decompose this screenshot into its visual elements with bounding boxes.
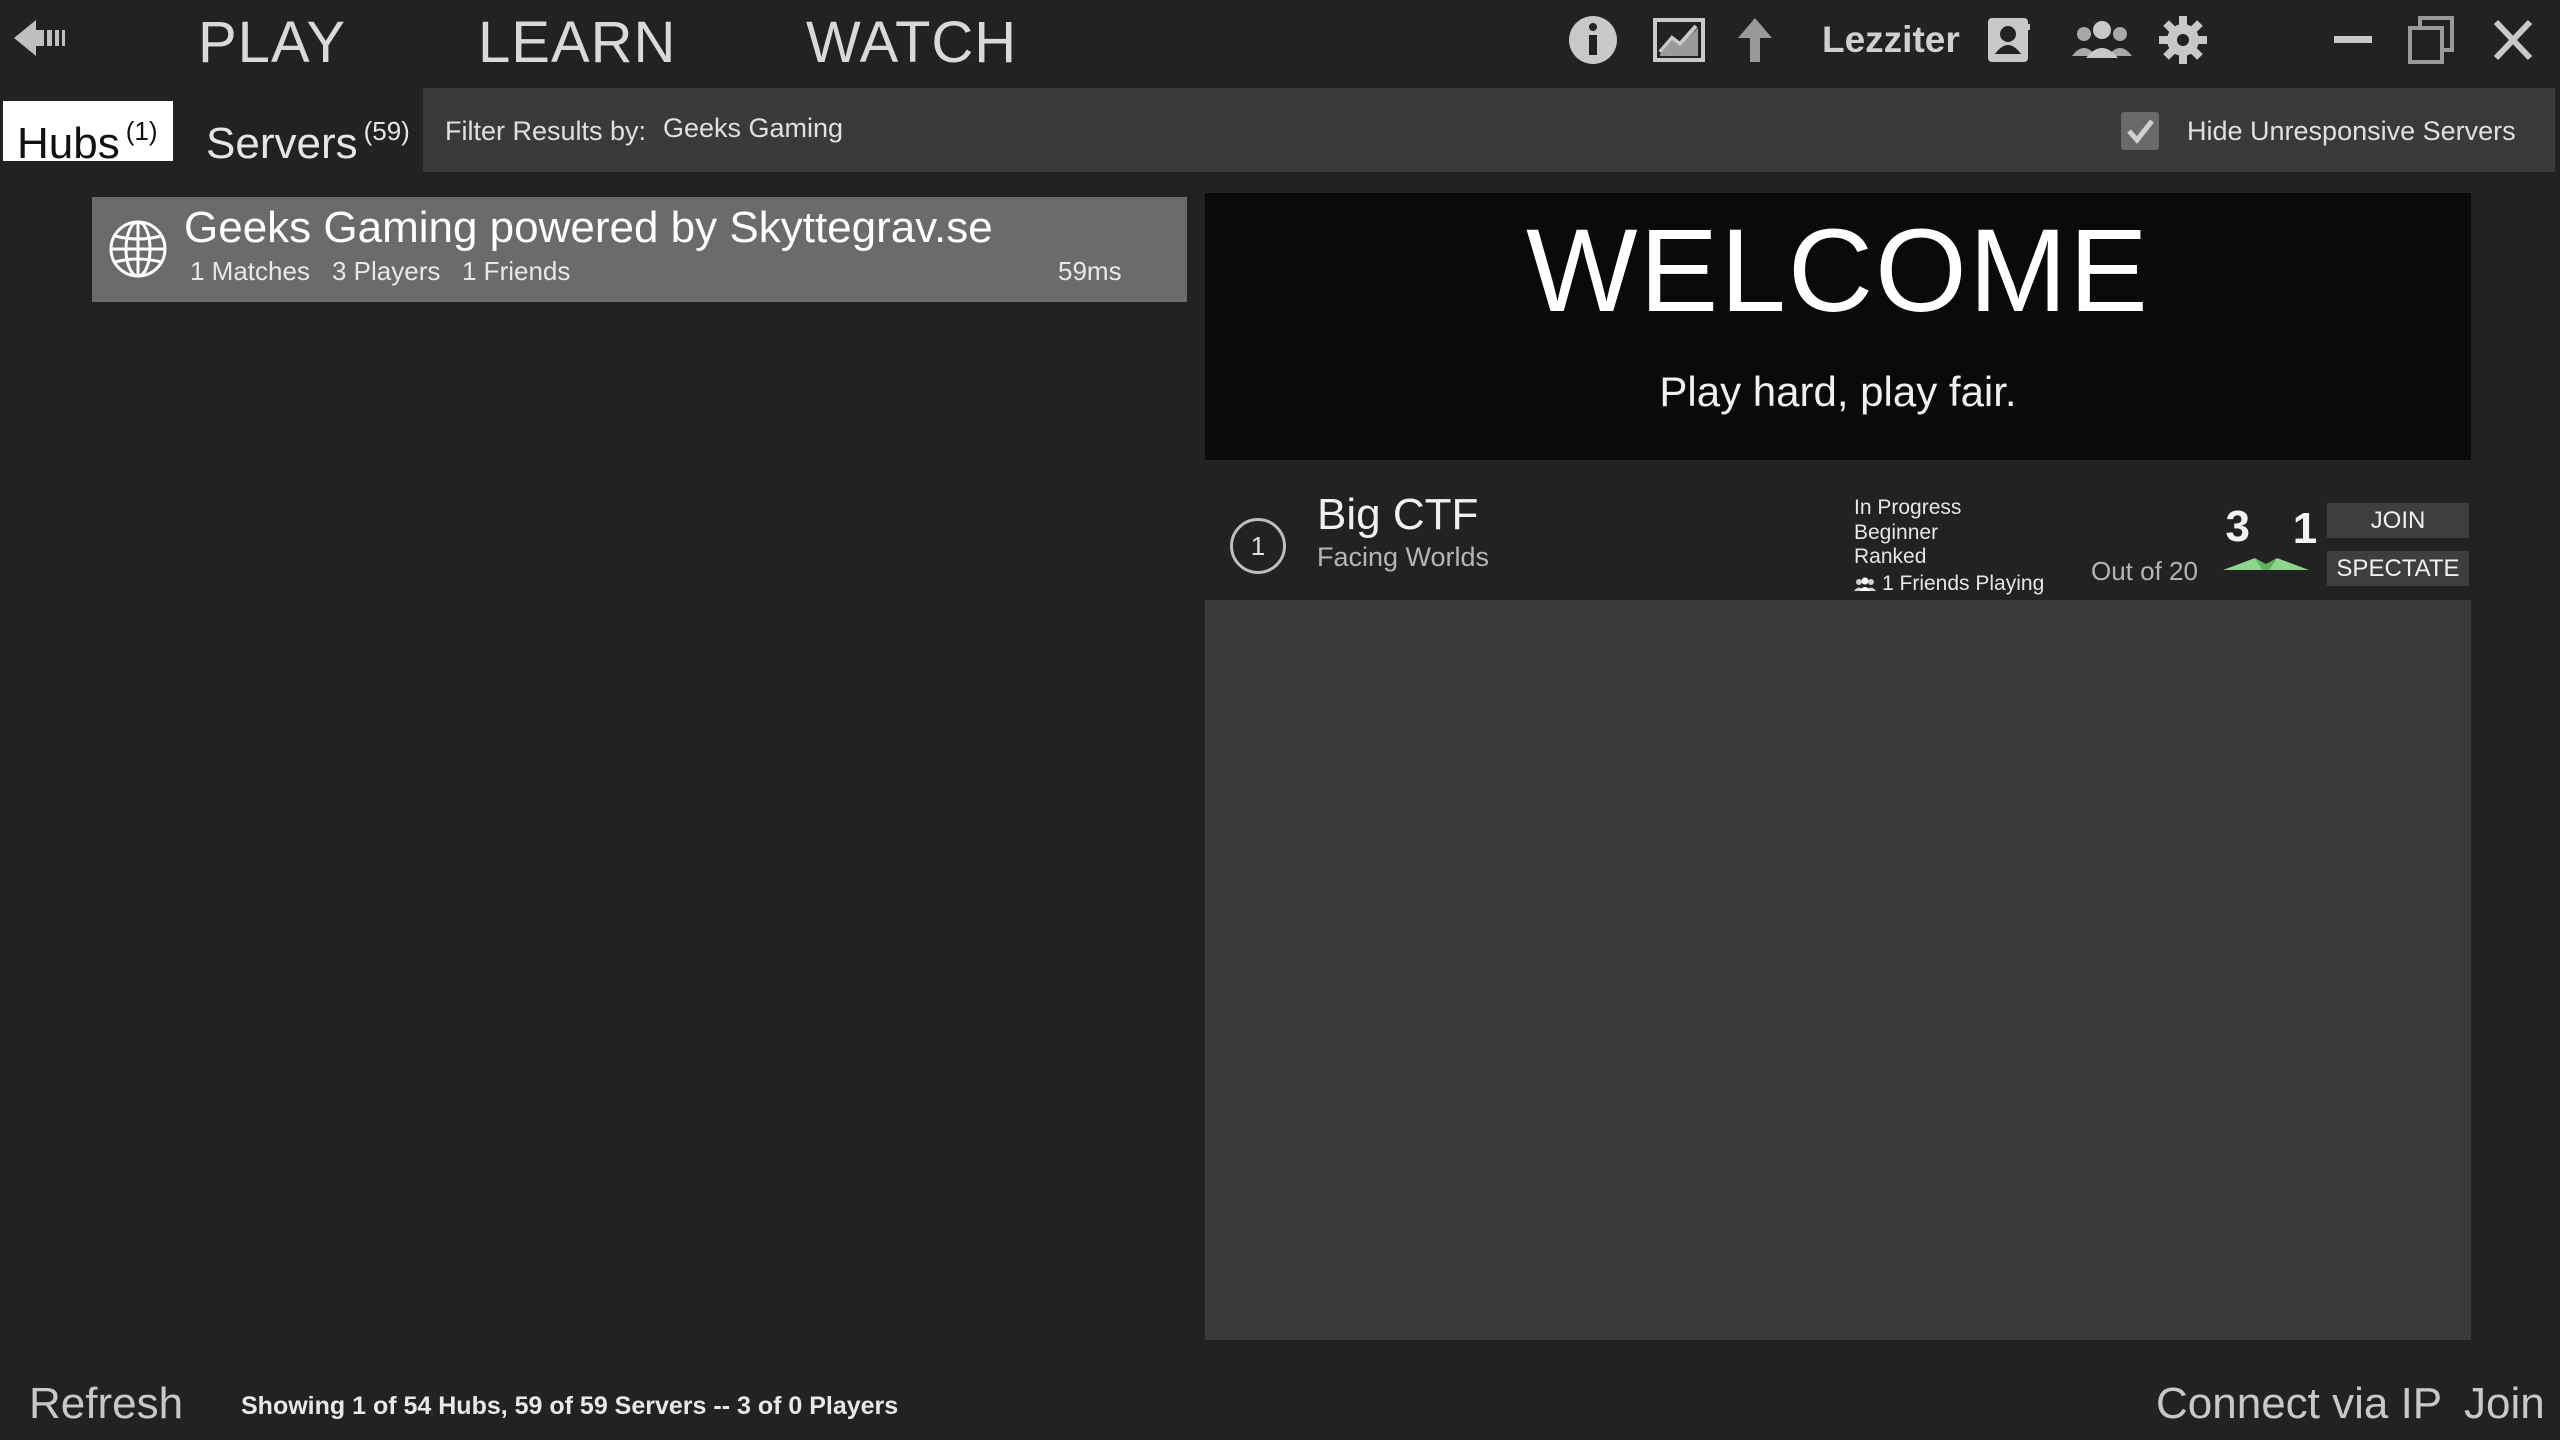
globe-icon xyxy=(108,219,168,279)
game-browser-window: PLAY LEARN WATCH Lezziter Hubs (1) Serve… xyxy=(0,0,2560,1440)
hub-name: Geeks Gaming powered by Skyttegrav.se xyxy=(184,203,993,252)
match-status: In Progress xyxy=(1854,496,1962,519)
team-balance-icon xyxy=(2223,558,2309,570)
nav-tab-learn[interactable]: LEARN xyxy=(478,8,676,78)
tab-hubs[interactable]: Hubs (1) xyxy=(3,101,173,168)
friends-playing-label: 1 Friends Playing xyxy=(1882,572,2045,595)
match-number-badge: 1 xyxy=(1230,518,1286,574)
nav-tab-watch[interactable]: WATCH xyxy=(806,8,1017,78)
stats-chart-icon[interactable] xyxy=(1652,14,1706,66)
friends-icon[interactable] xyxy=(2070,14,2134,66)
match-friends-playing: 1 Friends Playing xyxy=(1854,572,2044,596)
tab-hubs-count: (1) xyxy=(125,116,158,146)
spectate-button[interactable]: SPECTATE xyxy=(2327,551,2469,586)
status-summary: Showing 1 of 54 Hubs, 59 of 59 Servers -… xyxy=(241,1392,899,1420)
back-arrow-icon[interactable] xyxy=(14,14,78,62)
match-title: Big CTF xyxy=(1317,490,1479,539)
match-details-panel xyxy=(1205,600,2471,1340)
hub-list-item[interactable]: Geeks Gaming powered by Skyttegrav.se 1 … xyxy=(92,197,1187,302)
hub-friends: 1 Friends xyxy=(462,256,571,286)
filter-label: Filter Results by: xyxy=(445,116,647,146)
checkmark-icon xyxy=(2127,119,2154,144)
friends-small-icon xyxy=(1854,577,1876,591)
tab-servers-count: (59) xyxy=(363,116,410,146)
tab-servers-label: Servers xyxy=(206,119,358,168)
gear-icon[interactable] xyxy=(2156,14,2210,66)
profile-icon[interactable] xyxy=(1982,14,2036,66)
hide-unresponsive-label: Hide Unresponsive Servers xyxy=(2187,116,2516,146)
match-list-item[interactable]: 1 Big CTF Facing Worlds In Progress Begi… xyxy=(1205,476,2471,598)
welcome-subtitle: Play hard, play fair. xyxy=(1659,368,2017,415)
hub-matches: 1 Matches xyxy=(190,256,310,286)
tab-hubs-label: Hubs xyxy=(17,119,120,168)
connect-via-ip-button[interactable]: Connect via IP xyxy=(2156,1379,2442,1429)
info-icon[interactable] xyxy=(1566,14,1620,66)
tab-servers[interactable]: Servers (59) xyxy=(196,101,426,168)
hide-unresponsive-checkbox[interactable] xyxy=(2121,112,2159,150)
refresh-button[interactable]: Refresh xyxy=(29,1379,183,1429)
nav-tab-play[interactable]: PLAY xyxy=(198,8,346,78)
top-bar: PLAY LEARN WATCH Lezziter xyxy=(0,0,2560,86)
filter-input[interactable] xyxy=(663,106,1063,150)
match-map: Facing Worlds xyxy=(1317,542,1490,572)
match-skill: Beginner xyxy=(1854,521,1939,544)
hub-players: 3 Players xyxy=(332,256,441,286)
filter-bar: Filter Results by: Hide Unresponsive Ser… xyxy=(423,88,2555,172)
minimize-icon[interactable] xyxy=(2326,14,2380,66)
close-icon[interactable] xyxy=(2486,14,2540,66)
welcome-banner: WELCOME Play hard, play fair. xyxy=(1205,193,2471,460)
welcome-title: WELCOME xyxy=(1526,205,2150,337)
match-player-count: 3 xyxy=(2225,502,2250,551)
up-arrow-icon[interactable] xyxy=(1728,14,1782,66)
match-ranked: Ranked xyxy=(1854,545,1927,568)
match-capacity: Out of 20 xyxy=(2091,556,2198,586)
hub-ping: 59ms xyxy=(1058,256,1122,286)
username-label[interactable]: Lezziter xyxy=(1822,16,1960,64)
join-footer-button[interactable]: Join xyxy=(2464,1379,2545,1429)
restore-icon[interactable] xyxy=(2404,14,2458,66)
join-button[interactable]: JOIN xyxy=(2327,503,2469,538)
